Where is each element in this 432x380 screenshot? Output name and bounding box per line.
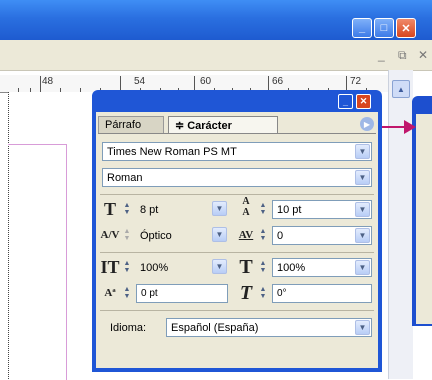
chevron-down-icon[interactable]: ▼ — [355, 260, 370, 275]
panel-close-button[interactable]: ✕ — [356, 94, 371, 109]
ruler-label: 54 — [134, 76, 146, 87]
skew-icon: T — [239, 281, 253, 304]
vertical-scale-field[interactable]: 100% ▼ — [136, 258, 228, 277]
kerning-stepper[interactable]: ▲ ▼ — [122, 227, 132, 243]
baseline-shift-stepper[interactable]: ▲ ▼ — [122, 285, 132, 301]
kerning-icon: A/V — [100, 229, 120, 241]
tab-divider — [98, 133, 376, 134]
horizontal-scale-value: 100% — [277, 261, 306, 274]
tab-character[interactable]: ≑ Carácter — [168, 116, 278, 134]
character-panel: _ ✕ Párrafo ≑ Carácter ▶ Times New Roman… — [92, 90, 382, 372]
ruler-label: 60 — [200, 76, 212, 87]
horizontal-scale-icon: T — [239, 255, 253, 278]
maximize-button[interactable]: □ — [374, 18, 394, 38]
vertical-scale-icon: IT — [100, 256, 120, 277]
language-dropdown[interactable]: Español (España) ▼ — [166, 318, 372, 337]
leading-stepper[interactable]: ▲ ▼ — [258, 201, 268, 217]
font-size-field[interactable]: 8 pt ▼ — [136, 200, 228, 219]
tracking-stepper[interactable]: ▲ ▼ — [258, 227, 268, 243]
language-value: Español (España) — [171, 321, 259, 334]
ruler-label: 66 — [272, 76, 284, 87]
font-size-value: 8 pt — [140, 203, 159, 216]
chevron-down-icon[interactable]: ▼ — [355, 320, 370, 335]
chevron-down-icon[interactable]: ▼ — [355, 144, 370, 159]
minimize-button[interactable]: _ — [352, 18, 372, 38]
panel-menu-icon[interactable]: ▶ — [360, 117, 374, 131]
leading-icon: AA — [242, 196, 250, 218]
separator — [100, 252, 374, 253]
separator — [100, 194, 374, 195]
mdi-restore-button[interactable]: ⧉ — [398, 48, 407, 63]
tab-character-label: Carácter — [187, 119, 232, 132]
scroll-up-arrow-icon[interactable]: ▲ — [392, 80, 410, 98]
chevron-down-icon[interactable]: ▼ — [355, 202, 370, 217]
character-panel-body: Párrafo ≑ Carácter ▶ Times New Roman PS … — [96, 112, 378, 368]
chevron-down-icon[interactable]: ▼ — [212, 227, 227, 242]
font-style-value: Roman — [107, 171, 143, 184]
chevron-down-icon[interactable]: ▼ — [355, 170, 370, 185]
ruler-label: 72 — [350, 76, 362, 87]
horizontal-scale-field[interactable]: 100% ▼ — [272, 258, 372, 277]
kerning-field[interactable]: Óptico ▼ — [136, 226, 228, 245]
ruler-label: 48 — [42, 76, 54, 87]
callout-arrow-head — [404, 120, 416, 134]
font-family-value: Times New Roman PS MT — [107, 145, 237, 158]
chevron-down-icon[interactable]: ▼ — [212, 259, 227, 274]
baseline-shift-field[interactable]: 0 pt — [136, 284, 228, 303]
chevron-down-icon[interactable]: ▼ — [355, 228, 370, 243]
kerning-value: Óptico — [140, 229, 172, 242]
tracking-field[interactable]: 0 ▼ — [272, 226, 372, 245]
secondary-panel-body — [416, 114, 432, 324]
baseline-shift-icon: Aª — [104, 287, 116, 299]
language-label: Idioma: — [110, 322, 147, 334]
skew-value: 0° — [277, 288, 287, 299]
mdi-minimize-button[interactable]: _ — [378, 48, 385, 62]
font-style-dropdown[interactable]: Roman ▼ — [102, 168, 372, 187]
skew-stepper[interactable]: ▲ ▼ — [258, 285, 268, 301]
tracking-value: 0 — [277, 229, 284, 242]
tab-paragraph[interactable]: Párrafo — [98, 116, 164, 134]
font-family-dropdown[interactable]: Times New Roman PS MT ▼ — [102, 142, 372, 161]
separator — [100, 310, 374, 311]
leading-value: 10 pt — [277, 203, 302, 216]
vertical-scale-value: 100% — [140, 261, 169, 274]
baseline-shift-value: 0 pt — [141, 288, 158, 299]
page-margin-guide — [8, 144, 67, 380]
font-size-stepper[interactable]: ▲ ▼ — [122, 201, 132, 217]
mdi-close-button[interactable]: ✕ — [418, 48, 428, 62]
ruler-tick — [40, 76, 41, 92]
skew-field[interactable]: 0° — [272, 284, 372, 303]
chevron-down-icon[interactable]: ▼ — [212, 201, 227, 216]
close-button[interactable]: ✕ — [396, 18, 416, 38]
vertical-scrollbar[interactable]: ▲ — [388, 70, 413, 379]
tab-character-prefix: ≑ — [175, 120, 185, 132]
horizontal-scale-stepper[interactable]: ▲ ▼ — [258, 259, 268, 275]
panel-minimize-button[interactable]: _ — [338, 94, 353, 109]
window-titlebar: _ □ ✕ — [0, 0, 432, 40]
tab-paragraph-label: Párrafo — [105, 119, 142, 131]
tracking-icon: AV — [238, 229, 254, 241]
vertical-scale-stepper[interactable]: ▲ ▼ — [122, 259, 132, 275]
font-size-icon: T — [103, 198, 116, 219]
menubar: _ ⧉ ✕ — [0, 40, 432, 71]
leading-field[interactable]: 10 pt ▼ — [272, 200, 372, 219]
